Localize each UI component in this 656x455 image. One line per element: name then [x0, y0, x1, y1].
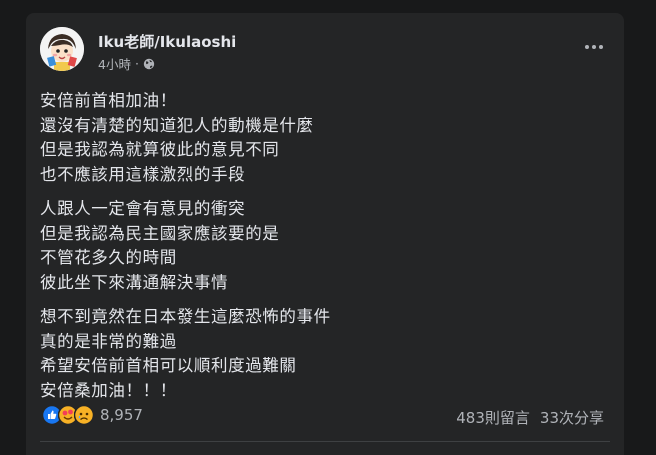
post-card: Iku老師/Ikulaoshi 4小時 · 安倍前首相加油！ 還沒有清楚的知道犯…	[26, 13, 624, 455]
post-line: 人跟人一定會有意見的衝突	[40, 199, 246, 218]
more-dot-icon	[599, 45, 603, 49]
author-name[interactable]: Iku老師/Ikulaoshi	[98, 31, 236, 52]
post-time[interactable]: 4小時	[98, 54, 131, 73]
avatar-illustration	[40, 27, 84, 71]
post-line: 不管花多久的時間	[40, 248, 177, 267]
post-paragraph: 想不到竟然在日本發生這麼恐怖的事件 真的是非常的難過 希望安倍前首相可以順利度過…	[40, 305, 600, 403]
post-line: 真的是非常的難過	[40, 331, 177, 351]
more-dot-icon	[592, 45, 596, 49]
more-options-button[interactable]	[582, 39, 606, 55]
reaction-icons	[42, 405, 94, 425]
post-body: 安倍前首相加油！ 還沒有清楚的知道犯人的動機是什麼 但是我認為就算彼此的意見不同…	[40, 89, 600, 413]
action-divider	[40, 441, 610, 442]
post-stats: 483則留言 33次分享	[456, 407, 604, 428]
post-line: 安倍前首相加油！	[40, 91, 177, 110]
post-line: 還沒有清楚的知道犯人的動機是什麼	[40, 115, 314, 135]
reaction-count[interactable]: 8,957	[100, 406, 143, 424]
author-avatar[interactable]	[40, 27, 84, 71]
post-line: 安倍桑加油！！！	[40, 380, 177, 400]
sad-reaction-icon	[74, 405, 94, 425]
comments-count-link[interactable]: 483則留言	[456, 407, 530, 428]
post-line: 希望安倍前首相可以順利度過難關	[40, 356, 297, 375]
meta-separator: ·	[134, 56, 139, 71]
post-line: 也不應該用這樣激烈的手段	[40, 164, 246, 184]
post-meta: 4小時 ·	[98, 54, 155, 73]
shares-count-link[interactable]: 33次分享	[540, 407, 604, 428]
more-dot-icon	[585, 45, 589, 49]
post-line: 但是我認為就算彼此的意見不同	[40, 140, 280, 159]
post-paragraph: 安倍前首相加油！ 還沒有清楚的知道犯人的動機是什麼 但是我認為就算彼此的意見不同…	[40, 89, 600, 187]
post-paragraph: 人跟人一定會有意見的衝突 但是我認為民主國家應該要的是 不管花多久的時間 彼此坐…	[40, 197, 600, 295]
post-line: 想不到竟然在日本發生這麼恐怖的事件	[40, 307, 331, 326]
post-line: 但是我認為民主國家應該要的是	[40, 223, 280, 243]
globe-icon	[143, 58, 155, 69]
post-line: 彼此坐下來溝通解決事情	[40, 272, 229, 292]
reactions-summary[interactable]: 8,957	[42, 405, 143, 425]
